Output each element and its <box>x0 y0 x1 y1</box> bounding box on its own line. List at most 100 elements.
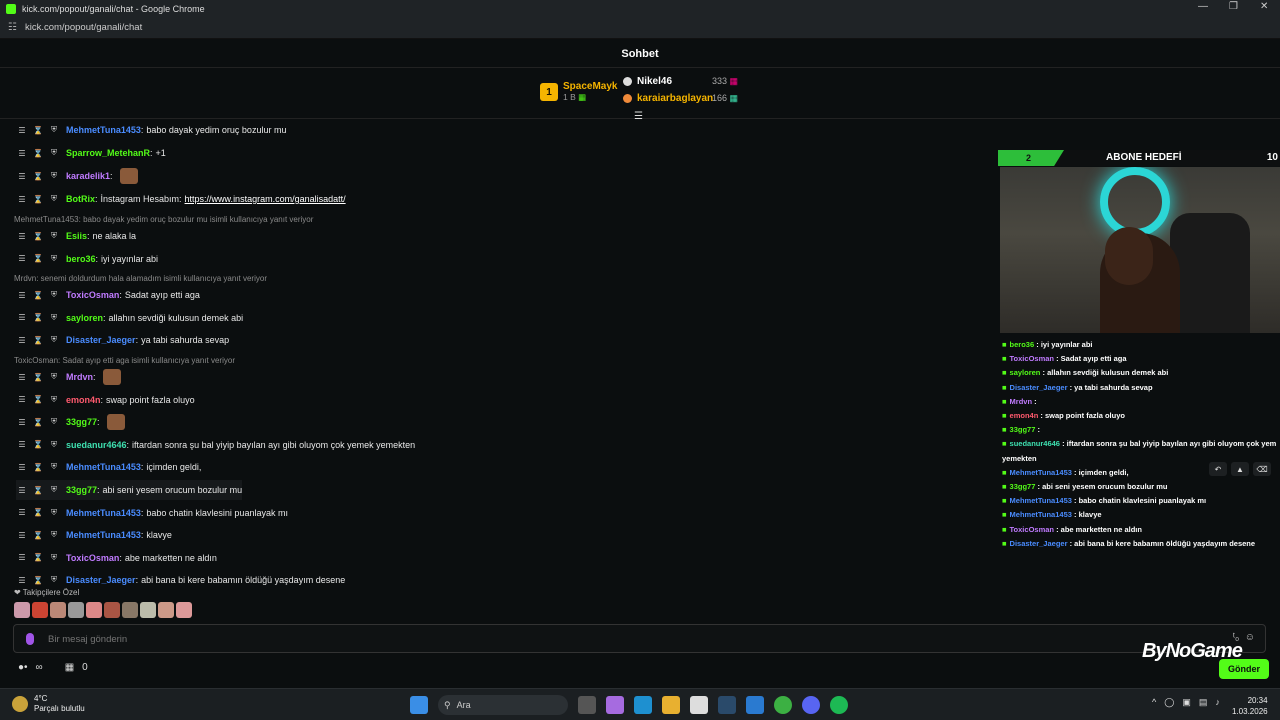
menu-icon[interactable]: ☰ <box>16 440 28 449</box>
username[interactable]: bero36 <box>66 254 96 264</box>
points-icon[interactable]: ●• <box>18 662 28 673</box>
leaderboard-row[interactable]: karaiarbaglayan 166 ▦ <box>623 93 738 104</box>
timeout-icon[interactable]: ⌛ <box>32 576 44 585</box>
chat-message[interactable]: ☰ ⌛ ⛨ MehmetTuna1453: klavye <box>16 525 171 545</box>
pin-icon[interactable]: ▲ <box>1231 462 1249 476</box>
timeout-icon[interactable]: ⌛ <box>32 395 44 404</box>
timeout-icon[interactable]: ⌛ <box>32 291 44 300</box>
minimize-icon[interactable]: — <box>1198 1 1208 12</box>
chat-message[interactable]: ☰ ⌛ ⛨ sayloren: allahın sevdiği kulusun deme… <box>16 308 243 328</box>
restore-icon[interactable]: ❐ <box>1229 1 1238 12</box>
close-icon[interactable]: ✕ <box>1260 1 1268 12</box>
timeout-icon[interactable]: ⌛ <box>32 313 44 322</box>
display-icon[interactable]: ▣ <box>1182 697 1191 708</box>
chat-message[interactable]: ☰ ⌛ ⛨ ToxicOsman: abe marketten ne aldın <box>16 548 217 568</box>
username[interactable]: ToxicOsman <box>66 553 119 563</box>
leaderboard-first[interactable]: 1 SpaceMayk 1 B ▦ <box>540 81 617 103</box>
emote-icon[interactable] <box>104 602 120 618</box>
timeout-icon[interactable]: ⌛ <box>32 254 44 263</box>
chat-message[interactable]: ☰ ⌛ ⛨ BotRix: İnstagram Hesabım: https://www.… <box>16 189 346 209</box>
menu-icon[interactable]: ☰ <box>16 395 28 404</box>
timeout-icon[interactable]: ⌛ <box>32 373 44 382</box>
store-icon[interactable]: ▦ <box>65 662 74 673</box>
message-input-box[interactable]: ᵗ₀ ☺ <box>13 624 1266 653</box>
emoji-icon[interactable]: ☺ <box>1245 632 1255 643</box>
menu-icon[interactable]: ☰ <box>16 336 28 345</box>
chat-message[interactable]: ☰ ⌛ ⛨ ToxicOsman: Sadat ayıp etti aga <box>16 285 200 305</box>
windows-start-icon[interactable] <box>410 696 428 714</box>
chat-message[interactable]: ☰ ⌛ ⛨ MehmetTuna1453: içimden geldi, <box>16 457 201 477</box>
menu-icon[interactable]: ☰ <box>16 254 28 263</box>
username[interactable]: BotRix <box>66 194 95 204</box>
tray-chevron-icon[interactable]: ^ <box>1152 697 1156 708</box>
timeout-icon[interactable]: ⌛ <box>32 553 44 562</box>
emote-icon[interactable] <box>14 602 30 618</box>
timeout-icon[interactable]: ⌛ <box>32 440 44 449</box>
emote-icon[interactable] <box>140 602 156 618</box>
chat-message[interactable]: ☰ ⌛ ⛨ MehmetTuna1453: babo dayak yedim oruç … <box>16 120 286 140</box>
copilot-icon[interactable] <box>606 696 624 714</box>
emote-icon[interactable] <box>32 602 48 618</box>
username[interactable]: suedanur4646 <box>66 440 127 450</box>
address-bar[interactable]: ☷ kick.com/popout/ganali/chat <box>0 17 1280 39</box>
chat-message[interactable]: ☰ ⌛ ⛨ Mrdvn: <box>16 367 121 387</box>
timeout-icon[interactable]: ⌛ <box>32 508 44 517</box>
send-button[interactable]: Gönder <box>1219 659 1269 679</box>
username[interactable]: sayloren <box>66 313 103 323</box>
timeout-icon[interactable]: ⌛ <box>32 232 44 241</box>
chat-message[interactable]: ☰ ⌛ ⛨ MehmetTuna1453: babo chatin klavlesini… <box>16 503 288 523</box>
chat-message[interactable]: ☰ ⌛ ⛨ Esiis: ne alaka la <box>16 226 136 246</box>
menu-icon[interactable]: ☰ <box>16 576 28 585</box>
emote-icon[interactable] <box>158 602 174 618</box>
message-link[interactable]: https://www.instagram.com/ganalisadatt/ <box>185 194 346 204</box>
emote-icon[interactable] <box>50 602 66 618</box>
timeout-icon[interactable]: ⌛ <box>32 126 44 135</box>
menu-icon[interactable]: ☰ <box>16 553 28 562</box>
chat-message[interactable]: ☰ ⌛ ⛨ 33gg77: abi seni yesem orucum bozulur … <box>16 480 243 500</box>
file-explorer-icon[interactable] <box>662 696 680 714</box>
timeout-icon[interactable]: ⌛ <box>32 486 44 495</box>
chrome-icon[interactable] <box>774 696 792 714</box>
url-text[interactable]: kick.com/popout/ganali/chat <box>25 22 142 33</box>
username[interactable]: Mrdvn <box>66 372 93 382</box>
username[interactable]: 33gg77 <box>66 485 97 495</box>
spotify-icon[interactable] <box>830 696 848 714</box>
chat-message[interactable]: ☰ ⌛ ⛨ 33gg77: <box>16 412 125 432</box>
timeout-icon[interactable]: ⌛ <box>32 336 44 345</box>
mic-tray-icon[interactable]: ◯ <box>1164 697 1174 708</box>
weather-widget[interactable]: 4°C Parçalı bulutlu <box>12 694 85 714</box>
timeout-icon[interactable]: ⌛ <box>32 418 44 427</box>
menu-icon[interactable]: ☰ <box>16 195 28 204</box>
menu-icon[interactable]: ☰ <box>16 149 28 158</box>
menu-icon[interactable]: ☰ <box>16 373 28 382</box>
timeout-icon[interactable]: ⌛ <box>32 195 44 204</box>
emote-icon[interactable] <box>68 602 84 618</box>
mail-icon[interactable] <box>746 696 764 714</box>
chat-message[interactable]: ☰ ⌛ ⛨ bero36: iyi yayınlar abi <box>16 249 158 269</box>
menu-icon[interactable]: ☰ <box>16 531 28 540</box>
leaderboard-row[interactable]: Nikel46 333 ▦ <box>623 76 738 87</box>
network-icon[interactable]: ▤ <box>1199 697 1208 708</box>
username[interactable]: 33gg77 <box>66 417 97 427</box>
timeout-icon[interactable]: ⌛ <box>32 463 44 472</box>
menu-icon[interactable]: ☰ <box>16 232 28 241</box>
emote-icon[interactable] <box>122 602 138 618</box>
volume-icon[interactable]: ♪ <box>1215 697 1220 708</box>
username[interactable]: MehmetTuna1453 <box>66 508 141 518</box>
username[interactable]: Esiis <box>66 231 87 241</box>
menu-icon[interactable]: ☰ <box>16 291 28 300</box>
username[interactable]: Disaster_Jaeger <box>66 575 136 585</box>
clock[interactable]: 20:34 1.03.2026 <box>1232 695 1268 717</box>
timeout-icon[interactable]: ⌛ <box>32 149 44 158</box>
menu-icon[interactable]: ☰ <box>16 126 28 135</box>
username[interactable]: MehmetTuna1453 <box>66 530 141 540</box>
username[interactable]: Sparrow_MetehanR <box>66 148 150 158</box>
chat-message[interactable]: ☰ ⌛ ⛨ Sparrow_MetehanR: +1 <box>16 143 165 163</box>
username[interactable]: MehmetTuna1453 <box>66 462 141 472</box>
username[interactable]: MehmetTuna1453 <box>66 125 141 135</box>
steam-icon[interactable] <box>718 696 736 714</box>
menu-icon[interactable]: ☰ <box>16 486 28 495</box>
store-app-icon[interactable] <box>690 696 708 714</box>
site-info-icon[interactable]: ☷ <box>8 22 17 33</box>
mic-icon[interactable] <box>26 633 34 645</box>
